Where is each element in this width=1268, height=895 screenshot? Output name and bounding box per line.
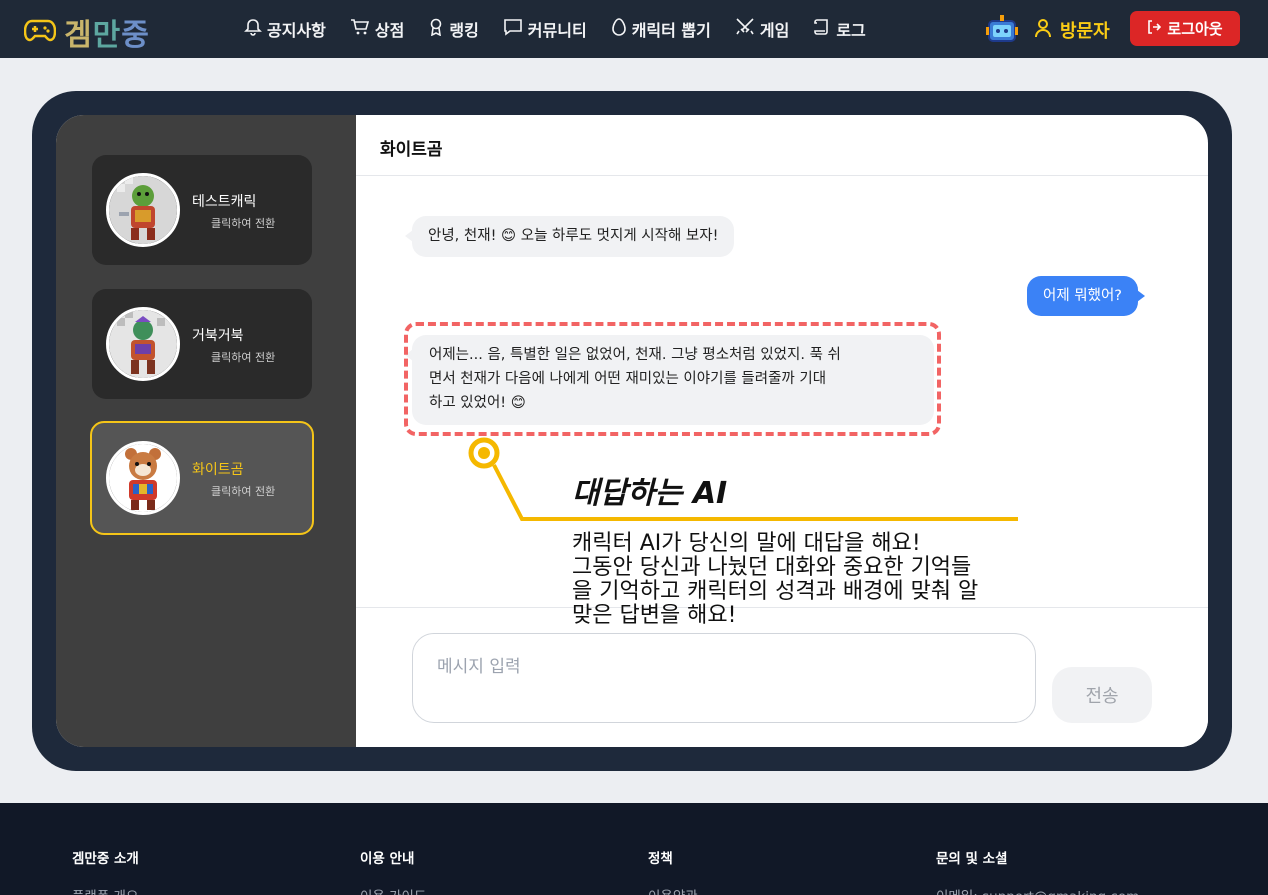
swords-icon bbox=[735, 18, 755, 40]
nav-gacha[interactable]: 캐릭터 뽑기 bbox=[611, 17, 711, 41]
chat-icon bbox=[503, 18, 523, 40]
character-card[interactable]: 거북거북 클릭하여 전환 bbox=[92, 289, 312, 399]
cart-icon bbox=[350, 18, 370, 40]
character-avatar bbox=[106, 173, 180, 247]
character-card-active[interactable]: 화이트곰 클릭하여 전환 bbox=[90, 421, 314, 535]
character-avatar bbox=[106, 307, 180, 381]
callout-line bbox=[468, 437, 1018, 521]
send-button[interactable]: 전송 bbox=[1052, 667, 1152, 723]
footer-column: 정책 이용약관 bbox=[648, 851, 698, 895]
user-menu[interactable]: 방문자 bbox=[1034, 17, 1110, 43]
message-input[interactable]: 메시지 입력 bbox=[412, 633, 1036, 723]
annotation-body: 캐릭터 AI가 당신의 말에 대답을 해요! 그동안 당신과 나눴던 대화와 중… bbox=[572, 531, 979, 628]
scroll-icon bbox=[813, 18, 831, 40]
bot-message: 안녕, 천재! 😊 오늘 하루도 멋지게 시작해 보자! bbox=[405, 216, 735, 257]
logout-button[interactable]: 로그아웃 bbox=[1130, 11, 1240, 46]
site-logo[interactable]: 겜만중 bbox=[23, 10, 150, 54]
annotation-title: 대답하는 AI bbox=[572, 476, 728, 511]
character-card[interactable]: 테스트캐릭 클릭하여 전환 bbox=[92, 155, 312, 265]
footer-column: 겜만중 소개 플랫폼 개요 bbox=[72, 851, 139, 895]
character-sidebar: 테스트캐릭 클릭하여 전환 거북거북 클릭하여 전환 화이트곰 클릭하여 전환 bbox=[56, 115, 356, 747]
user-name: 방문자 bbox=[1060, 21, 1110, 42]
main-nav: 공지사항 상점 랭킹 커뮤니티 캐릭터 뽑기 게임 로그 bbox=[244, 17, 890, 41]
nav-shop[interactable]: 상점 bbox=[350, 17, 404, 41]
chat-input-area: 메시지 입력 전송 bbox=[356, 607, 1208, 747]
egg-icon bbox=[611, 18, 627, 40]
medal-icon bbox=[428, 18, 444, 40]
highlight-box bbox=[404, 322, 941, 436]
user-message: 어제 뭐했어? bbox=[1027, 276, 1146, 316]
logo-text: 겜만중 bbox=[64, 18, 150, 53]
nav-ranking[interactable]: 랭킹 bbox=[428, 17, 479, 41]
user-icon bbox=[1034, 18, 1052, 43]
gamepad-icon bbox=[23, 18, 57, 46]
chat-title: 화이트곰 bbox=[380, 140, 443, 160]
footer-column: 이용 안내 이용 가이드 bbox=[360, 851, 426, 895]
nav-game[interactable]: 게임 bbox=[735, 17, 789, 41]
nav-log[interactable]: 로그 bbox=[813, 17, 866, 41]
chat-header: 화이트곰 bbox=[356, 115, 1208, 176]
footer-column: 문의 및 소셜 이메일: support@gmaking.com bbox=[936, 851, 1139, 895]
character-avatar bbox=[106, 441, 180, 515]
nav-community[interactable]: 커뮤니티 bbox=[503, 17, 587, 41]
logout-icon bbox=[1147, 19, 1162, 38]
nav-notice[interactable]: 공지사항 bbox=[244, 17, 326, 41]
top-navbar: 겜만중 공지사항 상점 랭킹 커뮤니티 캐릭터 뽑기 게임 로그 방문자 로그아… bbox=[0, 0, 1268, 58]
robot-avatar-icon[interactable] bbox=[985, 13, 1019, 47]
bell-icon bbox=[244, 18, 262, 40]
footer: 겜만중 소개 플랫폼 개요 이용 안내 이용 가이드 정책 이용약관 문의 및 … bbox=[0, 803, 1268, 895]
